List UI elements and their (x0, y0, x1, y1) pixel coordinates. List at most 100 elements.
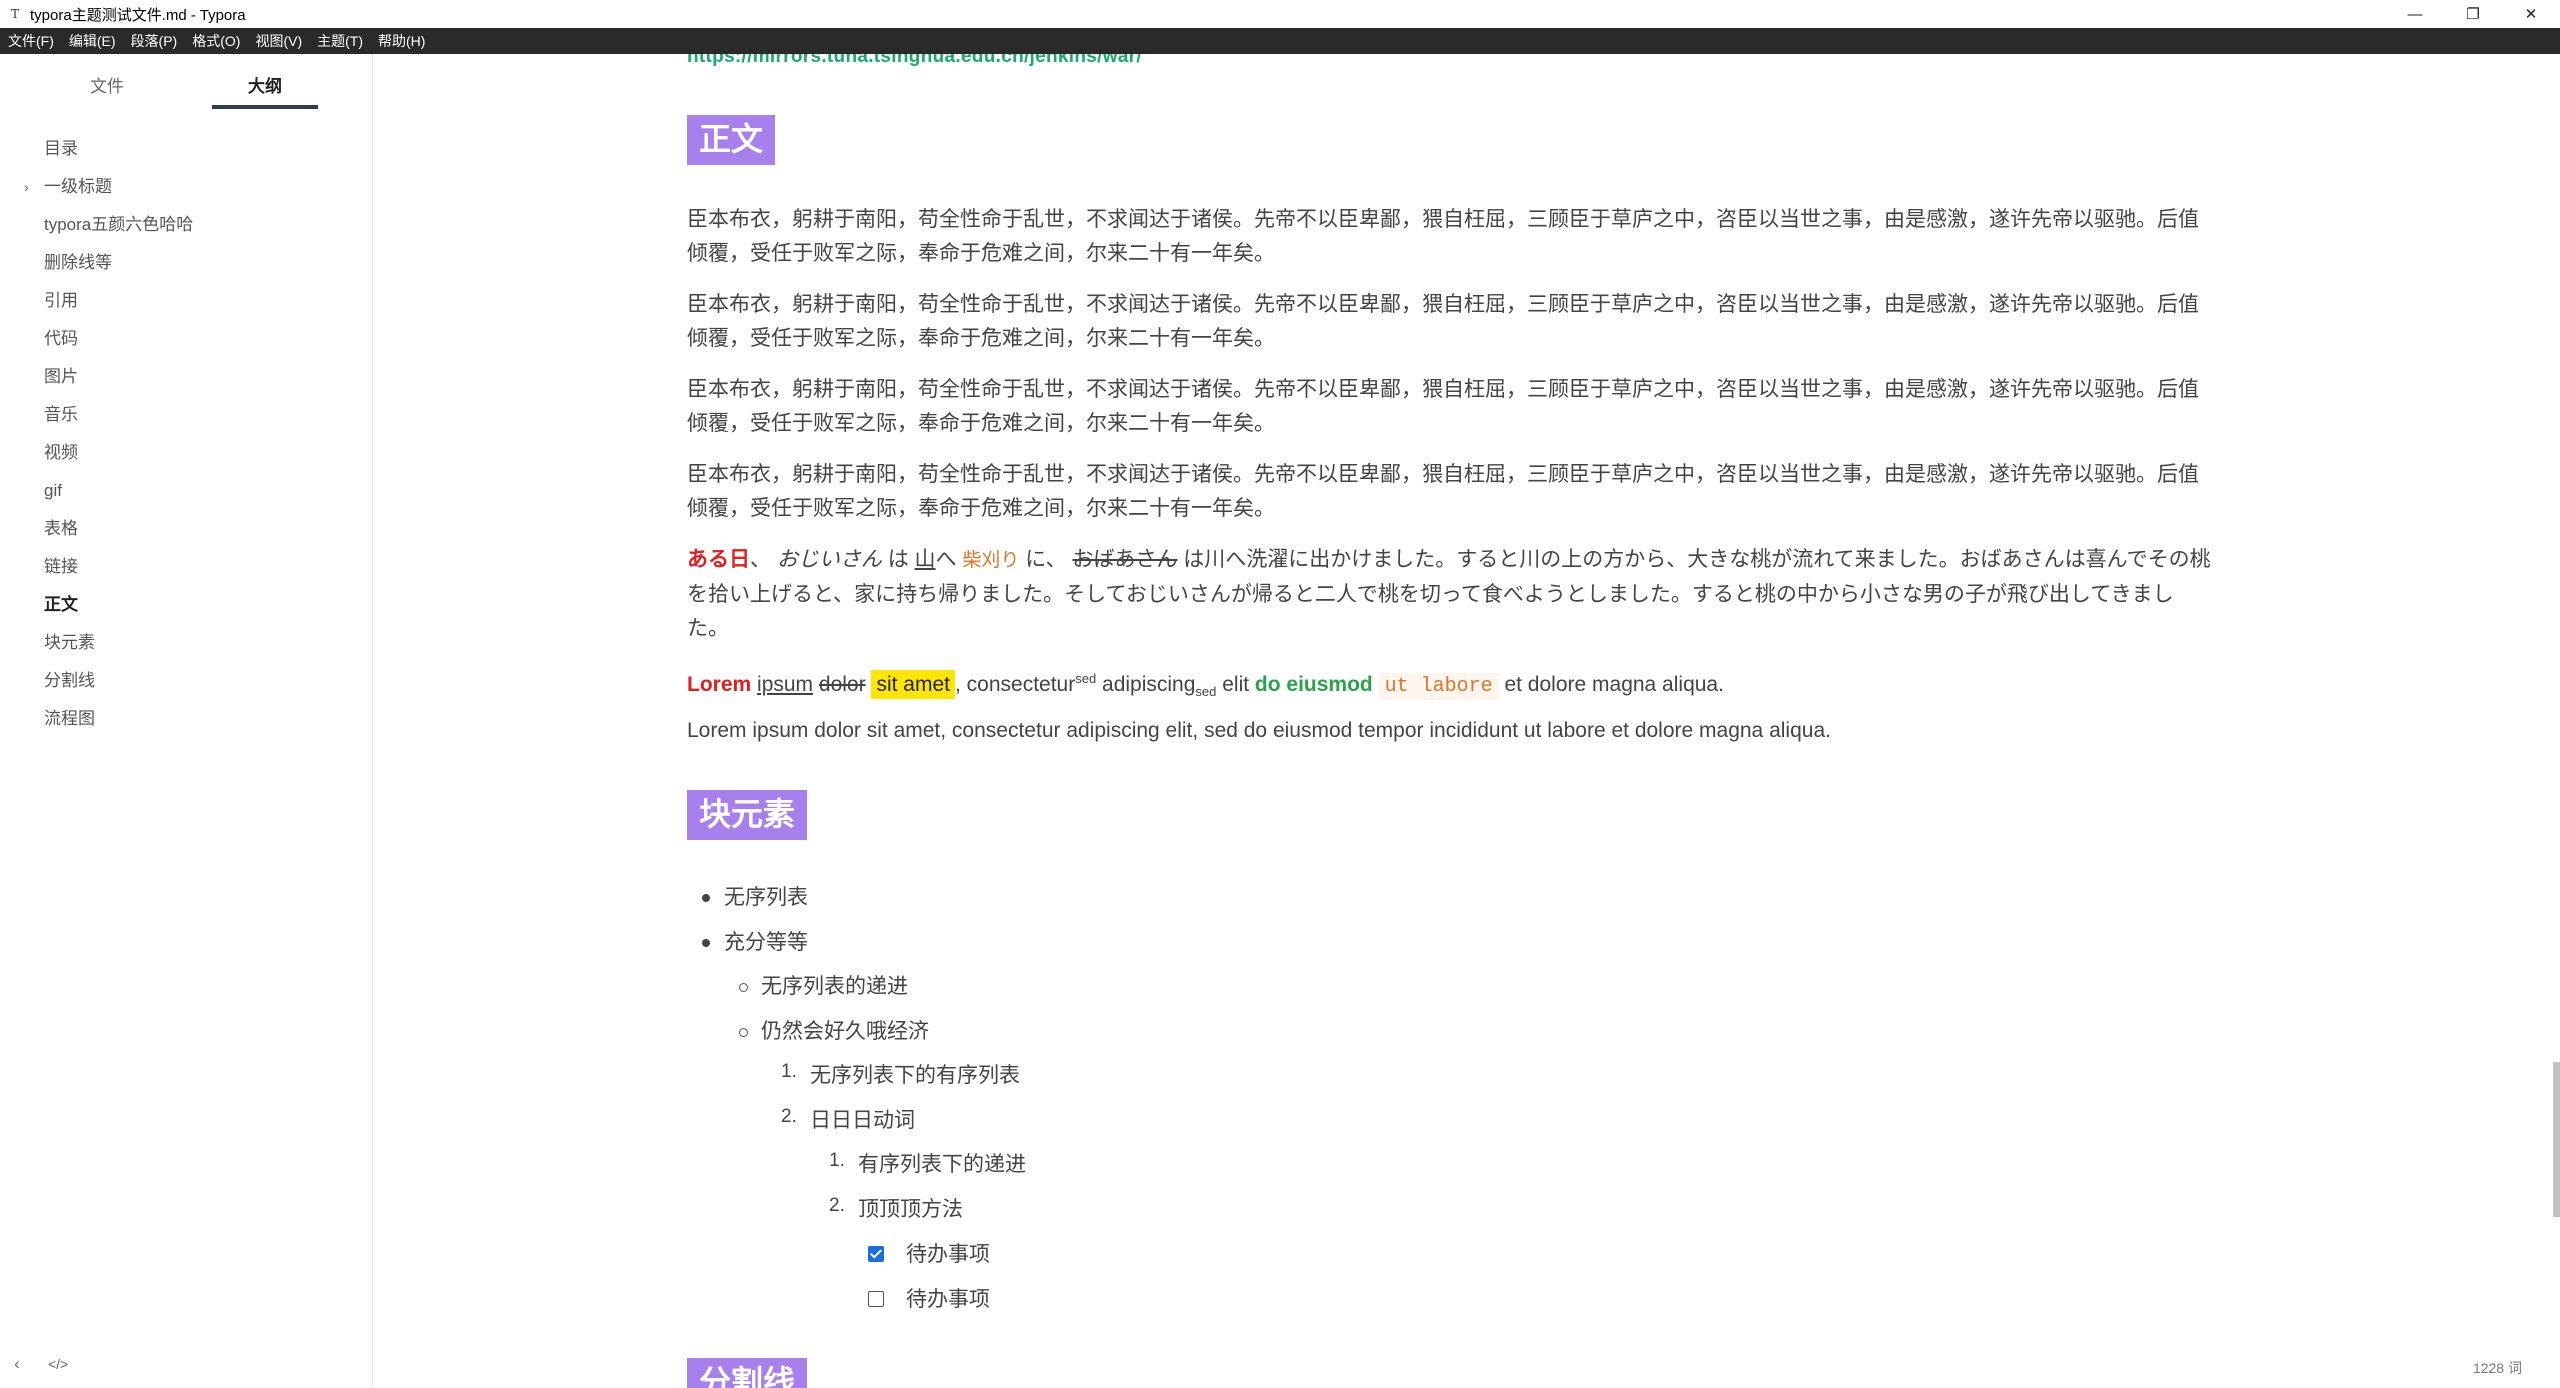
list-number: 1. (829, 1150, 845, 1171)
sidebar: 文件 大纲 目录 › 一级标题 typora五颜六色哈哈 删除线等 引用 代码 图… (0, 54, 373, 1388)
outline-item-label: 引用 (44, 291, 78, 310)
window-controls: — ❐ ✕ (2386, 0, 2560, 28)
paragraph-line: を拾い上げると、家に持ち帰りました。そしておじいさんが帰ると二人で桃を切って食べ… (687, 583, 2174, 606)
minimize-icon: — (2407, 5, 2423, 23)
menu-help[interactable]: 帮助(H) (370, 31, 432, 51)
ruby-text: 柴刈り (962, 550, 1020, 571)
outline-item-label: 表格 (44, 519, 78, 538)
chevron-right-icon[interactable]: › (24, 168, 29, 206)
text: adipiscing (1096, 673, 1196, 696)
green-bold-text: do eiusmod (1254, 673, 1373, 696)
tab-files[interactable]: 文件 (54, 72, 160, 97)
outline-item-label: 分割线 (44, 671, 95, 690)
list-item: 顶顶顶方法 (858, 1198, 963, 1221)
outline-item-label: gif (44, 481, 62, 500)
source-code-mode-icon[interactable]: </> (48, 1356, 68, 1372)
outline-item-label: 正文 (44, 595, 78, 614)
menu-view[interactable]: 视图(V) (247, 31, 309, 51)
menu-paragraph[interactable]: 段落(P) (123, 31, 185, 51)
menu-file[interactable]: 文件(F) (0, 31, 61, 51)
text: に、 (1025, 548, 1067, 571)
text: は川へ洗濯に出かけました。すると川の上の方から、大きな桃が流れて来ました。おばあ… (1183, 548, 2211, 571)
outline-item-image[interactable]: 图片 (0, 358, 372, 396)
maximize-button[interactable]: ❐ (2444, 0, 2502, 28)
superscript-text: sed (1075, 671, 1097, 686)
inline-code: ut labore (1378, 673, 1499, 700)
editor-area[interactable]: https://mirrors.tuna.tsinghua.edu.cn/jen… (373, 54, 2560, 1388)
tab-outline[interactable]: 大纲 (212, 72, 318, 97)
vertical-scrollbar-thumb[interactable] (2553, 1062, 2560, 1217)
text: 、 (750, 548, 771, 571)
bullet (702, 939, 710, 947)
outline-item-label: 音乐 (44, 405, 78, 424)
outline-item-label: 图片 (44, 367, 78, 386)
list-item: 有序列表下的递进 (858, 1153, 1026, 1176)
jenkins-link[interactable]: https://mirrors.tuna.tsinghua.edu.cn/jen… (687, 54, 1142, 68)
minimize-button[interactable]: — (2386, 0, 2444, 28)
outline-item-label: 链接 (44, 557, 78, 576)
japanese-paragraph: ある日、 おじいさん は 山へ 柴刈り に、 おばあさん は川へ洗濯に出かけまし… (687, 543, 2217, 646)
list-item: 充分等等 (724, 931, 808, 954)
paragraph-line: 臣本布衣，躬耕于南阳，苟全性命于乱世，不求闻达于诸侯。先帝不以臣卑鄙，猥自枉屈，… (687, 208, 2199, 231)
outline-item-label: 视频 (44, 443, 78, 462)
paragraph-line: 倾覆，受任于败军之际，奉命于危难之间，尔来二十有一年矣。 (687, 412, 1275, 435)
todo-checkbox-checked[interactable] (868, 1246, 884, 1262)
outline-item-flowchart[interactable]: 流程图 (0, 700, 372, 738)
heading-block-elements: 块元素 (687, 790, 808, 840)
outline-item-h1[interactable]: › 一级标题 (0, 168, 372, 206)
active-tab-indicator (212, 105, 318, 109)
todo-item: 待办事项 (906, 1243, 990, 1266)
outline-item-divider[interactable]: 分割线 (0, 662, 372, 700)
paragraph-line: 倾覆，受任于败军之际，奉命于危难之间，尔来二十有一年矣。 (687, 327, 1275, 350)
outline-item-toc[interactable]: 目录 (0, 130, 372, 168)
outline-item-body[interactable]: 正文 (0, 586, 372, 624)
outline-item-label: 一级标题 (44, 177, 112, 196)
typora-app-icon: T (10, 7, 19, 21)
close-button[interactable]: ✕ (2502, 0, 2560, 28)
outline-item-video[interactable]: 视频 (0, 434, 372, 472)
list-item: 无序列表 (724, 886, 808, 909)
outline-item-label: 删除线等 (44, 253, 112, 272)
text: , consectetur (954, 673, 1076, 696)
paragraph-line: 倾覆，受任于败军之际，奉命于危难之间，尔来二十有一年矣。 (687, 242, 1275, 265)
menu-format[interactable]: 格式(O) (184, 31, 247, 51)
collapse-sidebar-icon[interactable]: ‹ (14, 1354, 20, 1374)
list-item: 日日日动词 (810, 1109, 915, 1132)
bold-red-text: Lorem (687, 673, 752, 696)
outline-item-quote[interactable]: 引用 (0, 282, 372, 320)
paragraph-line: た。 (687, 617, 729, 640)
outline-item-colors[interactable]: typora五颜六色哈哈 (0, 206, 372, 244)
menu-edit[interactable]: 编辑(E) (61, 31, 123, 51)
outline-item-label: 目录 (44, 139, 78, 158)
outline-item-block[interactable]: 块元素 (0, 624, 372, 662)
paragraph: 臣本布衣，躬耕于南阳，苟全性命于乱世，不求闻达于诸侯。先帝不以臣卑鄙，猥自枉屈，… (687, 203, 2217, 271)
lorem-styled-paragraph: Lorem ipsum dolor sit amet, consecteturs… (687, 662, 2217, 709)
sidebar-tabs: 文件 大纲 (0, 54, 372, 114)
bullet (739, 1028, 748, 1037)
list-number: 1. (781, 1061, 797, 1082)
paragraph: 臣本布衣，躬耕于南阳，苟全性命于乱世，不求闻达于诸侯。先帝不以臣卑鄙，猥自枉屈，… (687, 373, 2217, 441)
word-count[interactable]: 1228 词 (2473, 1358, 2522, 1378)
outline-item-link[interactable]: 链接 (0, 548, 372, 586)
outline-item-strikethrough[interactable]: 删除线等 (0, 244, 372, 282)
paragraph-line: 臣本布衣，躬耕于南阳，苟全性命于乱世，不求闻达于诸侯。先帝不以臣卑鄙，猥自枉屈，… (687, 463, 2199, 486)
strikethrough-text: おばあさん (1072, 548, 1178, 571)
italic-text: おじいさん (776, 548, 882, 571)
outline-item-gif[interactable]: gif (0, 472, 372, 510)
outline-item-code[interactable]: 代码 (0, 320, 372, 358)
todo-checkbox-unchecked[interactable] (868, 1291, 884, 1307)
underlined-text: ipsum (757, 673, 814, 696)
outline-item-table[interactable]: 表格 (0, 510, 372, 548)
todo-item: 待办事项 (906, 1288, 990, 1311)
outline-item-music[interactable]: 音乐 (0, 396, 372, 434)
underlined-text: 山 (914, 548, 936, 571)
bold-red-text: ある日 (687, 548, 750, 571)
text: elit (1216, 673, 1255, 696)
paragraph-line: 臣本布衣，躬耕于南阳，苟全性命于乱世，不求闻达于诸侯。先帝不以臣卑鄙，猥自枉屈，… (687, 378, 2199, 401)
list-item: 仍然会好久哦经济 (761, 1020, 929, 1043)
bullet (702, 894, 710, 902)
heading-body: 正文 (687, 115, 776, 165)
list-item: 无序列表的递进 (761, 975, 908, 998)
menu-theme[interactable]: 主题(T) (309, 31, 370, 51)
list-item: 无序列表下的有序列表 (810, 1064, 1020, 1087)
